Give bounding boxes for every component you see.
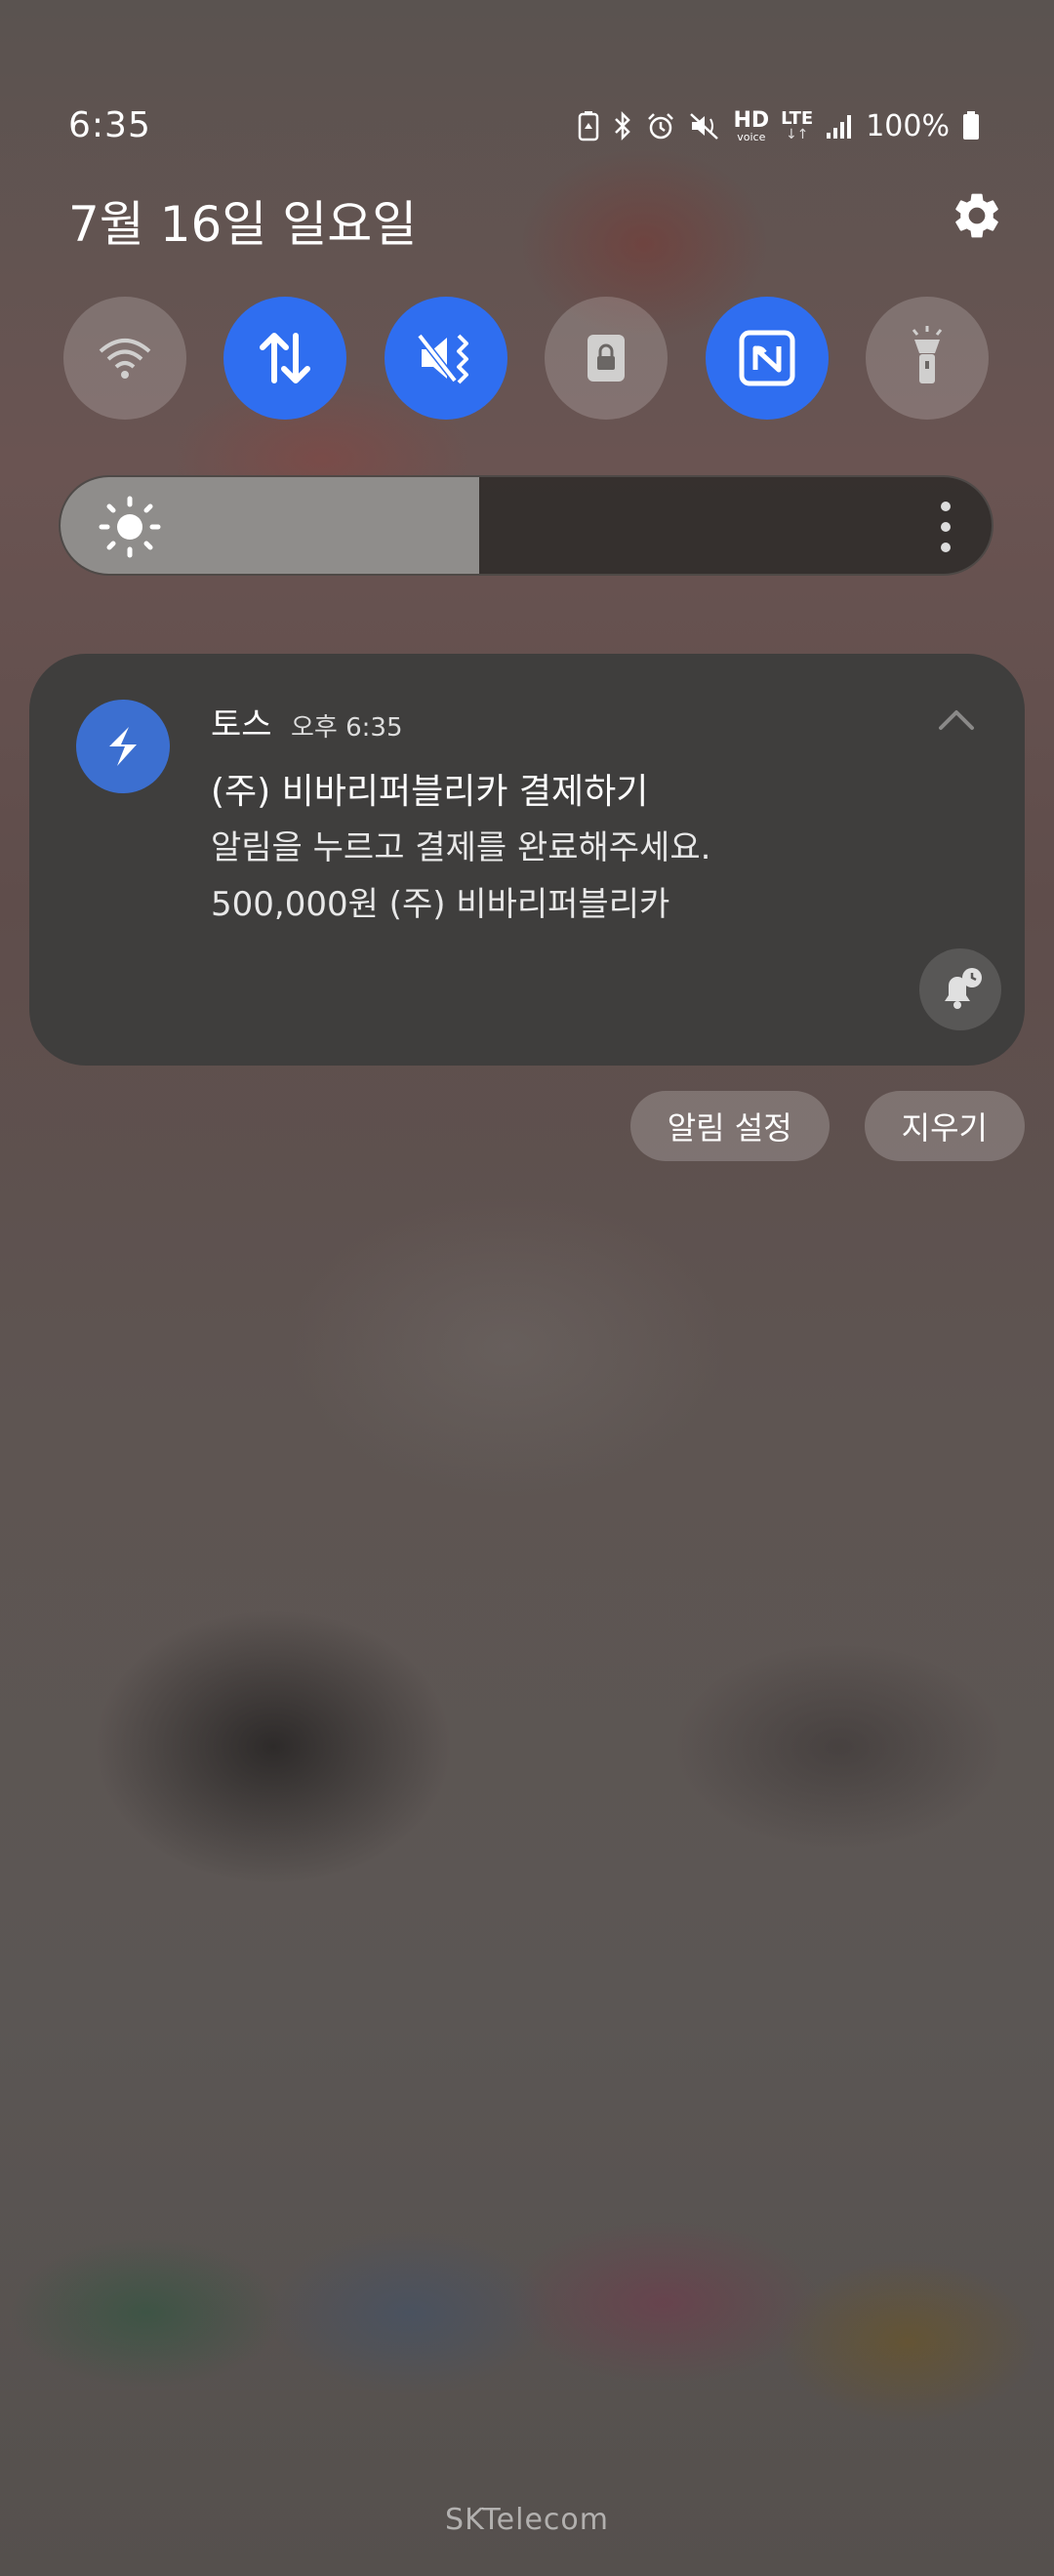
wifi-icon: [99, 339, 151, 379]
lte-icon: LTE ↓↑: [781, 108, 814, 142]
bell-snooze-icon: [945, 968, 982, 1009]
mute-icon: [688, 110, 721, 141]
data-transfer-icon: [260, 333, 311, 383]
toggle-flashlight[interactable]: [865, 297, 989, 420]
alarm-icon: [645, 110, 676, 141]
hd-voice-icon: HD voice: [733, 107, 770, 143]
flashlight-icon: [912, 326, 943, 383]
mute-vibrate-icon: [417, 333, 468, 384]
toggle-rotation-lock[interactable]: [545, 297, 669, 420]
more-vertical-icon[interactable]: [939, 499, 953, 555]
toggle-wifi[interactable]: [63, 297, 186, 420]
notification-settings-button[interactable]: 알림 설정: [629, 1091, 830, 1161]
nfc-icon: [739, 330, 795, 386]
toggle-sound-mode[interactable]: [384, 297, 507, 420]
snooze-button[interactable]: [919, 948, 1001, 1030]
notification-app-name: 토스: [211, 705, 272, 745]
settings-button[interactable]: [947, 185, 1007, 246]
brightness-slider[interactable]: [59, 475, 993, 576]
status-icons: HD voice LTE ↓↑ 100%: [577, 103, 981, 148]
notification-title: (주) 비바리퍼블리카 결제하기: [211, 772, 649, 812]
notification-body: 알림을 누르고 결제를 완료해주세요. 500,000원 (주) 비바리퍼블리카: [211, 828, 711, 924]
signal-icon: [825, 111, 854, 141]
bluetooth-icon: [612, 110, 633, 141]
battery-icon: [961, 110, 981, 141]
status-bar: 6:35 HD voice LTE ↓↑ 100%: [0, 98, 1054, 156]
battery-percent: 100%: [866, 108, 950, 143]
notification-actions: 알림 설정 지우기: [629, 1091, 1025, 1161]
battery-saver-icon: [577, 110, 600, 141]
collapse-button[interactable]: [935, 704, 978, 734]
notification-card[interactable]: 토스 오후 6:35 (주) 비바리퍼블리카 결제하기 알림을 누르고 결제를 …: [29, 654, 1025, 1066]
sun-icon: [99, 496, 161, 558]
quick-toggles: [63, 297, 989, 422]
toggle-nfc[interactable]: [705, 297, 829, 420]
lock-icon: [588, 335, 626, 382]
clear-button[interactable]: 지우기: [864, 1091, 1025, 1161]
chevron-up-icon: [939, 710, 974, 730]
notification-time: 오후 6:35: [291, 713, 403, 743]
carrier-label: SKTelecom: [445, 2503, 609, 2537]
gear-icon: [955, 193, 998, 238]
toggle-mobile-data[interactable]: [223, 297, 347, 420]
date-label: 7월 16일 일요일: [68, 196, 418, 253]
status-time: 6:35: [68, 105, 151, 145]
toss-icon: [76, 700, 170, 793]
